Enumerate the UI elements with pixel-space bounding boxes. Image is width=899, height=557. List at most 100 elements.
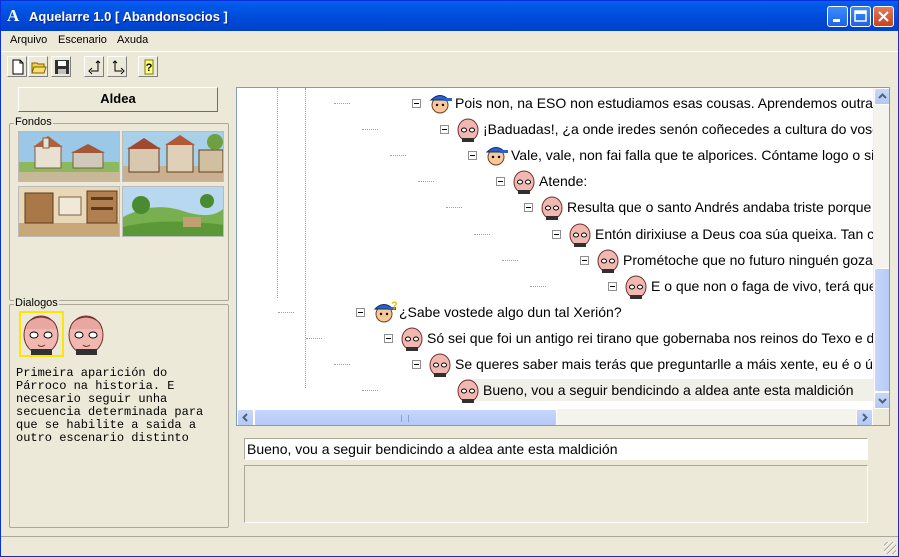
tree-node[interactable]: E o que non o faga de vivo, terá que fac… (237, 273, 889, 299)
maximize-icon (854, 10, 867, 22)
priest-avatar-icon (457, 379, 479, 404)
back-button[interactable] (84, 56, 104, 77)
forward-button[interactable] (107, 56, 127, 77)
new-file-icon (12, 59, 24, 75)
menu-escenario[interactable]: Escenario (58, 34, 107, 46)
collapse-icon[interactable] (552, 229, 561, 239)
vertical-scroll-thumb[interactable] (874, 268, 889, 392)
tree-node[interactable]: Entón dirixiuse a Deus coa súa queixa. T… (237, 221, 889, 247)
menu-arquivo[interactable]: Arquivo (10, 34, 47, 46)
svg-text:?: ? (391, 300, 397, 312)
dialog-text-field[interactable]: Bueno, vou a seguir bendicindo a aldea a… (244, 438, 868, 460)
title-bar[interactable]: A Aquelarre 1.0 [ Abandonsocios ] (1, 1, 898, 31)
menu-axuda[interactable]: Axuda (117, 34, 148, 46)
tree-connector (334, 364, 350, 365)
collapse-icon[interactable] (608, 281, 617, 291)
tree-node[interactable]: ?¿Sabe vostede algo dun tal Xerión? (237, 299, 873, 325)
tree-node[interactable]: Resulta que o santo Andrés andaba triste… (237, 194, 889, 221)
village-image (19, 132, 119, 181)
dialog-face-selected[interactable] (19, 311, 64, 357)
tree-connector (334, 103, 350, 104)
dialog-tree[interactable]: Pois non, na ESO non estudiamos esas cou… (236, 87, 890, 426)
dialogos-label: Dialogos (14, 297, 59, 309)
background-thumb-2[interactable] (122, 131, 224, 182)
scroll-right-button[interactable] (856, 409, 873, 425)
dialog-description: Primeira aparición do Párroco na histori… (16, 366, 204, 445)
menu-bar: Arquivo Escenario Axuda (1, 31, 898, 50)
collapse-icon[interactable] (412, 360, 421, 369)
collapse-icon[interactable] (580, 255, 589, 265)
new-button[interactable] (7, 56, 27, 77)
scroll-down-button[interactable] (874, 392, 889, 409)
chevron-up-icon (878, 93, 887, 99)
help-button[interactable]: ? (138, 56, 158, 77)
tree-node-text: Pois non, na ESO non estudiamos esas cou… (455, 95, 890, 111)
dialog-face-2[interactable] (66, 313, 107, 355)
collapse-icon[interactable] (356, 307, 365, 317)
tree-node[interactable]: Se queres saber mais terás que preguntar… (237, 351, 889, 377)
tree-node-text: Se queres saber mais terás que preguntar… (455, 356, 890, 372)
collapse-icon[interactable] (496, 177, 505, 187)
app-icon: A (7, 6, 20, 25)
toolbar: ? (1, 51, 898, 79)
priest-avatar-icon (513, 170, 535, 195)
close-icon (878, 11, 889, 22)
chevron-left-icon (242, 413, 248, 422)
priest-face-icon (68, 315, 104, 355)
priest-avatar-icon (625, 275, 647, 299)
background-thumb-3[interactable] (18, 186, 120, 237)
horizontal-scrollbar[interactable] (237, 409, 873, 425)
horizontal-scroll-thumb[interactable] (254, 409, 557, 425)
tree-node[interactable]: Bueno, vou a seguir bendicindo a aldea a… (237, 377, 873, 404)
houses-image (123, 132, 223, 181)
tree-connector (418, 181, 434, 183)
scroll-up-button[interactable] (874, 88, 889, 105)
fondos-label: Fondos (14, 116, 53, 128)
collapse-icon[interactable] (524, 203, 533, 213)
priest-avatar-icon (597, 249, 619, 273)
save-button[interactable] (51, 56, 71, 77)
collapse-icon[interactable] (384, 333, 393, 343)
notes-area[interactable] (244, 465, 868, 523)
tree-node[interactable]: ¡Baduadas!, ¿a onde iredes senón coñeced… (237, 116, 889, 143)
tree-node[interactable]: Prométoche que no futuro ninguén gozará … (237, 247, 889, 273)
help-icon: ? (144, 59, 154, 75)
open-button[interactable] (28, 56, 48, 77)
vertical-scrollbar[interactable] (873, 88, 889, 409)
scene-button[interactable]: Aldea (18, 87, 218, 112)
tree-node[interactable]: Pois non, na ESO non estudiamos esas cou… (237, 90, 889, 116)
close-button[interactable] (873, 6, 894, 27)
collapse-icon[interactable] (468, 151, 477, 161)
tree-node[interactable]: Só sei que foi un antigo rei tirano que … (237, 325, 889, 351)
tree-node-text: E o que non o faga de vivo, terá que fac… (651, 277, 889, 294)
priest-face-icon (23, 315, 59, 355)
tree-node-text: Bueno, vou a seguir bendicindo a aldea a… (483, 382, 854, 399)
scrollbar-corner (873, 409, 889, 425)
collapse-icon[interactable] (412, 99, 421, 108)
save-icon (55, 60, 69, 74)
fondos-group: Fondos (9, 116, 229, 301)
background-thumb-1[interactable] (18, 131, 120, 182)
tree-connector (474, 233, 490, 235)
priest-avatar-icon (569, 223, 591, 247)
tree-node[interactable]: Atende: (237, 168, 873, 195)
priest-avatar-icon (429, 353, 451, 377)
scroll-left-button[interactable] (237, 409, 254, 425)
background-thumb-4[interactable] (122, 186, 224, 237)
maximize-button[interactable] (850, 6, 871, 27)
left-pane: Aldea Fondos Dialogos Primeira aparición… (5, 83, 231, 528)
tree-node-text: Atende: (539, 173, 588, 190)
tree-node[interactable]: Vale, vale, non fai falla que te alporic… (237, 142, 889, 168)
tree-connector (306, 337, 322, 339)
collapse-icon[interactable] (440, 125, 449, 135)
tree-node-text: Vale, vale, non fai falla que te alporic… (511, 147, 890, 164)
boy-avatar-icon (429, 95, 452, 114)
minimize-button[interactable] (827, 6, 848, 27)
tree-connector (502, 259, 518, 261)
resize-grip-icon[interactable] (884, 542, 896, 554)
tree-node-text: Entón dirixiuse a Deus coa súa queixa. T… (595, 225, 890, 242)
tree-connector (446, 207, 462, 209)
status-bar (1, 536, 898, 556)
priest-avatar-icon (541, 196, 563, 221)
dialogos-group: Dialogos Primeira aparición do Párroco n… (9, 297, 229, 528)
